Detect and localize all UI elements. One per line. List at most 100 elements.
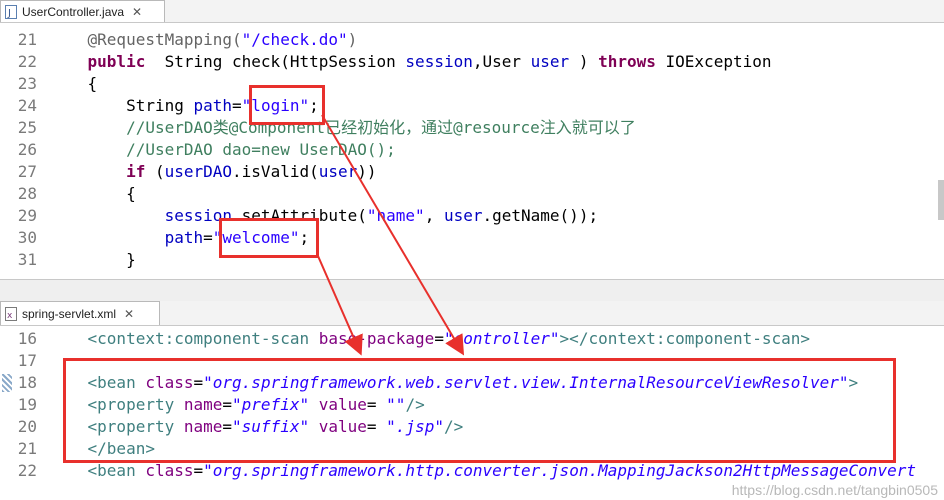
- line-number: 28: [17, 184, 37, 203]
- code-token: //UserDAO类@Component已经初始化，通过@resource注入就…: [49, 118, 636, 137]
- code-text: //UserDAO dao=new UserDAO();: [49, 139, 396, 161]
- tab-label: UserController.java: [22, 4, 125, 19]
- code-line[interactable]: 30 path="welcome";: [0, 227, 944, 249]
- line-number: 19: [17, 395, 37, 414]
- line-number: 27: [17, 162, 37, 181]
- line-number: 22: [17, 461, 37, 480]
- code-line[interactable]: 24 String path="login";: [0, 95, 944, 117]
- line-marker-icon: [2, 374, 12, 392]
- java-file-icon: J: [5, 4, 17, 19]
- top-code-area[interactable]: 21 @RequestMapping("/check.do") 22 public…: [0, 22, 944, 278]
- line-number: 25: [17, 118, 37, 137]
- code-token: throws: [598, 52, 656, 71]
- code-token: ): [569, 52, 599, 71]
- watermark: https://blog.csdn.net/tangbin0505: [731, 482, 938, 498]
- code-token: ): [347, 30, 358, 49]
- code-line[interactable]: 21 @RequestMapping("/check.do"): [0, 29, 944, 51]
- code-token: <context:component-scan: [49, 329, 319, 348]
- xml-file-icon: x: [5, 306, 17, 321]
- code-token: public: [49, 52, 146, 71]
- code-line[interactable]: 27 if (userDAO.isValid(user)): [0, 161, 944, 183]
- code-line[interactable]: 28 {: [0, 183, 944, 205]
- line-number: 30: [17, 228, 37, 247]
- line-number: 20: [17, 417, 37, 436]
- code-text: <context:component-scan base-package="co…: [49, 328, 810, 350]
- code-text: @RequestMapping("/check.do"): [49, 29, 358, 51]
- highlight-login-string: [249, 85, 325, 125]
- close-icon[interactable]: ✕: [132, 5, 142, 19]
- code-token: class: [145, 461, 194, 480]
- code-token: session: [405, 52, 473, 71]
- code-token: path: [193, 96, 233, 115]
- code-line[interactable]: 16 <context:component-scan base-package=…: [0, 328, 944, 350]
- bottom-tab-bar: x spring-servlet.xml ✕: [0, 301, 944, 326]
- code-token: @RequestMapping(: [49, 30, 242, 49]
- code-token: }: [49, 250, 136, 269]
- code-token: "controller": [443, 329, 560, 348]
- code-token: =: [203, 228, 213, 247]
- line-number: 26: [17, 140, 37, 159]
- code-token: "/check.do": [241, 30, 348, 49]
- line-number: 22: [17, 52, 37, 71]
- code-token: .isValid(: [232, 162, 319, 181]
- code-line[interactable]: 22 <bean class="org.springframework.http…: [0, 460, 944, 482]
- code-token: base-package: [318, 329, 435, 348]
- line-number: 23: [17, 74, 37, 93]
- code-token: userDAO: [164, 162, 233, 181]
- code-line[interactable]: 26 //UserDAO dao=new UserDAO();: [0, 139, 944, 161]
- highlight-welcome-string: [219, 218, 319, 258]
- svg-text:x: x: [7, 311, 13, 321]
- tab-label: spring-servlet.xml: [22, 306, 117, 321]
- line-number: 24: [17, 96, 37, 115]
- code-token: {: [49, 184, 136, 203]
- pane-divider[interactable]: [0, 279, 944, 303]
- code-token: "org.springframework.http.converter.json…: [203, 461, 916, 480]
- code-token: .getName());: [482, 206, 599, 225]
- close-icon[interactable]: ✕: [124, 307, 134, 321]
- code-token: =: [193, 461, 204, 480]
- top-editor-pane: J UserController.java ✕ 21 @RequestMappi…: [0, 0, 944, 300]
- highlight-bean-block: [63, 358, 896, 463]
- code-text: {: [49, 183, 136, 205]
- code-token: //UserDAO dao=new UserDAO();: [49, 140, 396, 159]
- code-token: String: [49, 96, 194, 115]
- code-text: public String check(HttpSession session,…: [49, 51, 772, 73]
- code-token: =: [434, 329, 444, 348]
- code-token: ></context:component-scan>: [559, 329, 810, 348]
- code-token: if: [49, 162, 146, 181]
- line-number: 21: [17, 439, 37, 458]
- code-token: ,User: [472, 52, 531, 71]
- code-text: session.setAttribute("name", user.getNam…: [49, 205, 598, 227]
- code-token: String check(HttpSession: [145, 52, 406, 71]
- code-token: session: [49, 206, 233, 225]
- tab-usercontroller-java[interactable]: J UserController.java ✕: [0, 0, 165, 22]
- vertical-scrollbar[interactable]: [938, 180, 944, 220]
- tab-spring-servlet-xml[interactable]: x spring-servlet.xml ✕: [0, 301, 160, 325]
- code-token: user: [443, 206, 483, 225]
- code-text: if (userDAO.isValid(user)): [49, 161, 377, 183]
- code-token: )): [357, 162, 377, 181]
- line-number: 29: [17, 206, 37, 225]
- code-line[interactable]: 29 session.setAttribute("name", user.get…: [0, 205, 944, 227]
- top-tab-bar: J UserController.java ✕: [0, 0, 944, 23]
- svg-text:J: J: [7, 8, 11, 19]
- code-token: <bean: [49, 461, 146, 480]
- code-text: {: [49, 73, 98, 95]
- code-token: path: [49, 228, 204, 247]
- code-token: IOException: [655, 52, 772, 71]
- code-line[interactable]: 22 public String check(HttpSession sessi…: [0, 51, 944, 73]
- code-text: }: [49, 249, 136, 271]
- line-number: 31: [17, 250, 37, 269]
- code-line[interactable]: 25 //UserDAO类@Component已经初始化，通过@resource…: [0, 117, 944, 139]
- code-token: user: [530, 52, 570, 71]
- line-number: 16: [17, 329, 37, 348]
- line-number: 21: [17, 30, 37, 49]
- code-line[interactable]: 23 {: [0, 73, 944, 95]
- code-line[interactable]: 31 }: [0, 249, 944, 271]
- code-token: =: [232, 96, 242, 115]
- code-token: (: [145, 162, 165, 181]
- code-text: //UserDAO类@Component已经初始化，通过@resource注入就…: [49, 117, 636, 139]
- code-token: user: [318, 162, 358, 181]
- code-token: {: [49, 74, 98, 93]
- code-token: ,: [424, 206, 444, 225]
